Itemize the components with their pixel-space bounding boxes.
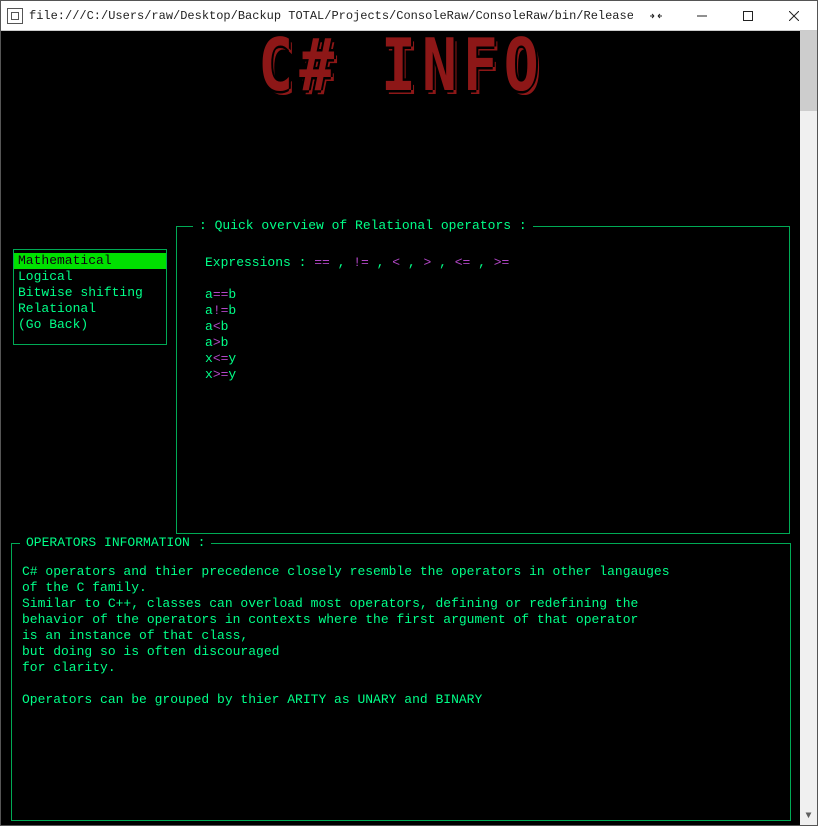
example-list: a==ba!=ba<ba>bx<=yx>=y: [205, 287, 769, 383]
window-controls: [633, 1, 817, 30]
menu-item-go-back[interactable]: (Go Back): [14, 317, 166, 333]
operator-token: <=: [455, 255, 471, 270]
separator: ,: [470, 255, 493, 270]
scroll-down-icon[interactable]: ▼: [800, 808, 817, 825]
example-line: a<b: [205, 319, 769, 335]
operand: a: [205, 303, 213, 318]
info-title: OPERATORS INFORMATION :: [20, 535, 211, 551]
separator: ,: [431, 255, 454, 270]
operand: y: [228, 367, 236, 382]
restore-arrows-icon[interactable]: [633, 1, 679, 30]
logo-row: C# INFO: [11, 57, 792, 90]
maximize-button[interactable]: [725, 1, 771, 30]
operand: b: [228, 303, 236, 318]
operand: y: [228, 351, 236, 366]
operand: b: [228, 287, 236, 302]
example-line: a>b: [205, 335, 769, 351]
operator-token: <: [213, 319, 221, 334]
operator-token: ==: [314, 255, 330, 270]
operator-token: >: [213, 335, 221, 350]
example-line: a==b: [205, 287, 769, 303]
close-button[interactable]: [771, 1, 817, 30]
window-title: file:///C:/Users/raw/Desktop/Backup TOTA…: [29, 9, 633, 23]
operand: x: [205, 351, 213, 366]
minimize-button[interactable]: [679, 1, 725, 30]
operand: a: [205, 319, 213, 334]
operand: a: [205, 287, 213, 302]
app-logo: C# INFO: [258, 55, 544, 75]
separator: ,: [330, 255, 353, 270]
scroll-thumb[interactable]: [800, 31, 817, 111]
menu-item-relational[interactable]: Relational: [14, 301, 166, 317]
overview-body: Expressions : == , != , < , > , <= , >= …: [177, 227, 789, 393]
menu-item-mathematical[interactable]: Mathematical: [14, 253, 166, 269]
operator-token: ==: [213, 287, 229, 302]
operator-token: !=: [353, 255, 369, 270]
content-row: C# INFO MathematicalLogicalBitwise shift…: [1, 31, 817, 825]
operator-token: >=: [494, 255, 510, 270]
expressions-line: Expressions : == , != , < , > , <= , >=: [205, 255, 769, 271]
expressions-label: Expressions :: [205, 255, 314, 270]
menu-item-logical[interactable]: Logical: [14, 269, 166, 285]
operator-token: <: [392, 255, 400, 270]
example-line: x>=y: [205, 367, 769, 383]
separator: ,: [369, 255, 392, 270]
category-menu: MathematicalLogicalBitwise shiftingRelat…: [13, 249, 167, 345]
app-window: file:///C:/Users/raw/Desktop/Backup TOTA…: [0, 0, 818, 826]
operator-token: <=: [213, 351, 229, 366]
operand: b: [221, 335, 229, 350]
console-area: C# INFO MathematicalLogicalBitwise shift…: [1, 31, 800, 825]
operand: a: [205, 335, 213, 350]
vertical-scrollbar[interactable]: ▲ ▼: [800, 31, 817, 825]
operator-token: >=: [213, 367, 229, 382]
operator-token: !=: [213, 303, 229, 318]
info-panel: OPERATORS INFORMATION : C# operators and…: [11, 543, 791, 821]
menu-item-bitwise-shifting[interactable]: Bitwise shifting: [14, 285, 166, 301]
app-icon: [7, 8, 23, 24]
operand: b: [221, 319, 229, 334]
example-line: a!=b: [205, 303, 769, 319]
info-body: C# operators and thier precedence closel…: [12, 544, 790, 718]
overview-title: : Quick overview of Relational operators…: [193, 218, 533, 234]
separator: ,: [400, 255, 423, 270]
overview-panel: : Quick overview of Relational operators…: [176, 226, 790, 534]
example-line: x<=y: [205, 351, 769, 367]
operand: x: [205, 367, 213, 382]
